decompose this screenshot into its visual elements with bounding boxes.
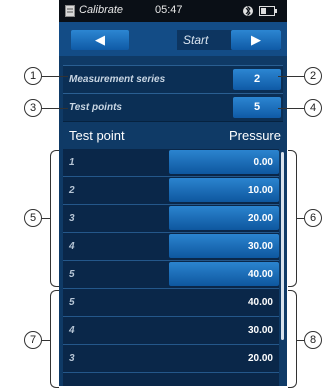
measurement-series-value[interactable]: 2 — [233, 69, 281, 90]
callout-8: 8 — [304, 331, 322, 349]
list-item[interactable]: 5 40.00 — [63, 289, 279, 317]
row-pressure: 20.00 — [247, 213, 273, 224]
leader-line-6 — [297, 218, 304, 219]
list-item[interactable]: 3 20.00 — [63, 205, 279, 233]
document-icon — [65, 5, 75, 17]
row-pressure: 30.00 — [247, 325, 273, 336]
row-pressure: 0.00 — [253, 157, 273, 168]
list-item[interactable]: 5 40.00 — [63, 261, 279, 289]
test-points-value[interactable]: 5 — [233, 97, 281, 118]
leader-line-2 — [278, 76, 304, 77]
row-index: 4 — [69, 325, 75, 336]
callout-5: 5 — [24, 209, 42, 227]
callout-6: 6 — [304, 209, 322, 227]
battery-icon — [259, 6, 277, 16]
measurement-series-row[interactable]: Measurement series 2 — [63, 65, 283, 94]
row-pressure: 10.00 — [247, 185, 273, 196]
row-index: 5 — [69, 297, 75, 308]
list-item[interactable]: 4 30.00 — [63, 317, 279, 345]
leader-line-5 — [42, 218, 50, 219]
test-point-header: Test point — [69, 128, 125, 143]
row-index: 4 — [69, 241, 75, 252]
list-item[interactable]: 2 10.00 — [63, 177, 279, 205]
pressure-header: Pressure — [228, 128, 281, 143]
brace-left-lower — [50, 290, 59, 388]
device-screen: Calibrate 05:47 ◀ Start ▶ Measurement se… — [59, 0, 287, 386]
previous-button[interactable]: ◀ — [71, 30, 129, 50]
brace-right-upper — [288, 150, 297, 287]
bluetooth-icon — [243, 5, 253, 17]
row-pressure: 20.00 — [247, 353, 273, 364]
callout-1: 1 — [24, 67, 42, 85]
arrow-left-icon: ◀ — [95, 32, 105, 47]
row-pressure: 30.00 — [247, 241, 273, 252]
measurement-series-label: Measurement series — [69, 74, 166, 85]
callout-7: 7 — [24, 331, 42, 349]
test-points-label: Test points — [69, 102, 122, 113]
nav-bar: ◀ Start ▶ — [59, 22, 287, 56]
row-index: 2 — [69, 185, 75, 196]
leader-line-1 — [42, 76, 68, 77]
row-index: 3 — [69, 353, 75, 364]
list-item[interactable]: 3 20.00 — [63, 345, 279, 373]
row-pressure: 40.00 — [247, 269, 273, 280]
leader-line-7 — [42, 340, 50, 341]
callout-2: 2 — [304, 67, 322, 85]
arrow-right-icon: ▶ — [251, 32, 261, 47]
brace-right-lower — [288, 290, 297, 388]
callout-3: 3 — [24, 99, 42, 117]
scrollbar[interactable] — [281, 152, 284, 340]
list-item[interactable]: 1 0.00 — [63, 149, 279, 177]
app-name: Calibrate — [79, 4, 124, 16]
callout-4: 4 — [304, 99, 322, 117]
step-label: Start — [183, 33, 209, 47]
row-index: 3 — [69, 213, 75, 224]
test-point-list: 1 0.00 2 10.00 3 20.00 4 30.00 5 40.00 5… — [63, 149, 279, 386]
leader-line-4 — [278, 108, 304, 109]
next-button[interactable]: ▶ — [231, 30, 281, 50]
row-pressure: 40.00 — [247, 297, 273, 308]
clock: 05:47 — [155, 4, 183, 16]
list-item[interactable]: 4 30.00 — [63, 233, 279, 261]
list-item[interactable] — [63, 373, 279, 386]
row-index: 5 — [69, 269, 75, 280]
leader-line-3 — [42, 108, 68, 109]
test-points-row[interactable]: Test points 5 — [63, 93, 283, 122]
leader-line-8 — [297, 340, 304, 341]
status-bar: Calibrate 05:47 — [59, 0, 287, 22]
row-index: 1 — [69, 157, 75, 168]
brace-left-upper — [50, 150, 59, 287]
